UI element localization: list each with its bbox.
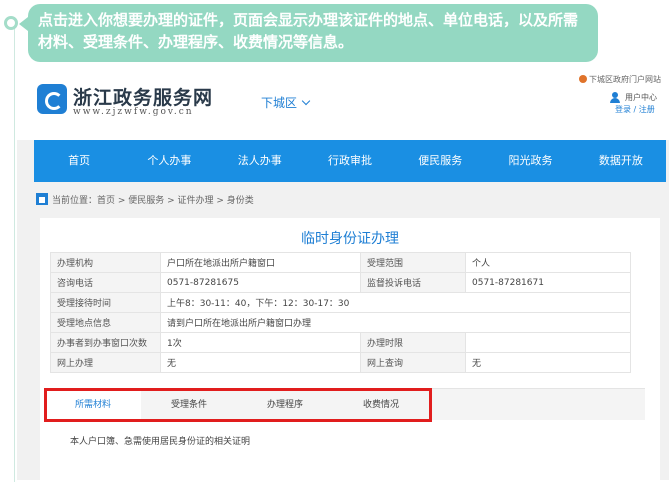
site-header: 浙江政务服务网 www.zjzwfw.gov.cn 下城区 下城区政府门户网站 … — [17, 68, 669, 140]
table-row: 受理接待时间 上午8：30-11：40，下午：12：30-17：30 — [50, 292, 631, 313]
table-label: 受理范围 — [360, 252, 466, 273]
portal-link-label: 下城区政府门户网站 — [589, 75, 661, 84]
register-link[interactable]: 注册 — [639, 105, 655, 114]
table-row: 受理地点信息 请到户口所在地派出所户籍窗口办理 — [50, 312, 631, 333]
login-link[interactable]: 登录 — [615, 105, 631, 114]
nav-item-convenience[interactable]: 便民服务 — [395, 140, 485, 182]
region-selector[interactable]: 下城区 — [261, 94, 311, 111]
nav-item-open-data[interactable]: 数据开放 — [576, 140, 666, 182]
nav-item-home[interactable]: 首页 — [34, 140, 124, 182]
user-icon — [610, 92, 620, 104]
link-separator: / — [633, 105, 637, 114]
highlight-box — [44, 388, 432, 422]
table-label: 监督投诉电话 — [360, 272, 466, 293]
service-detail-panel: 临时身份证办理 办理机构 户口所在地派出所户籍窗口 受理范围 个人 咨询电话 0… — [40, 218, 660, 480]
page-title: 临时身份证办理 — [301, 231, 399, 247]
table-row: 网上办理 无 网上查询 无 — [50, 352, 631, 373]
table-label: 咨询电话 — [50, 272, 161, 293]
site-url: www.zjzwfw.gov.cn — [73, 107, 194, 117]
table-label: 办事者到办事窗口次数 — [50, 332, 161, 353]
table-label: 受理接待时间 — [50, 292, 161, 313]
table-row: 办理机构 户口所在地派出所户籍窗口 受理范围 个人 — [50, 252, 631, 273]
nav-item-approval[interactable]: 行政审批 — [305, 140, 395, 182]
table-label: 受理地点信息 — [50, 312, 161, 333]
service-info-table: 办理机构 户口所在地派出所户籍窗口 受理范围 个人 咨询电话 0571-8728… — [50, 252, 631, 373]
table-value: 上午8：30-11：40，下午：12：30-17：30 — [160, 292, 631, 313]
region-label: 下城区 — [261, 96, 298, 110]
table-value: 1次 — [160, 332, 361, 353]
breadcrumb-text[interactable]: 当前位置：首页 > 便民服务 > 证件办理 > 身份类 — [52, 196, 254, 206]
portal-link[interactable]: 下城区政府门户网站 — [579, 74, 661, 85]
timeline-line — [14, 22, 15, 482]
site-logo-icon[interactable] — [37, 84, 67, 114]
breadcrumb: 当前位置：首页 > 便民服务 > 证件办理 > 身份类 — [36, 192, 254, 210]
table-row: 办事者到办事窗口次数 1次 办理时限 — [50, 332, 631, 353]
table-value: 请到户口所在地派出所户籍窗口办理 — [160, 312, 631, 333]
chevron-down-icon — [301, 96, 311, 106]
table-value: 无 — [160, 352, 361, 373]
auth-links: 登录 / 注册 — [615, 104, 655, 115]
instruction-callout: 点击进入你想要办理的证件，页面会显示办理该证件的地点、单位电话，以及所需材料、受… — [19, 4, 598, 62]
table-value: 0571-87281671 — [465, 272, 631, 293]
nav-item-personal[interactable]: 个人办事 — [124, 140, 214, 182]
timeline-dot — [4, 16, 18, 30]
user-center-link[interactable]: 用户中心 — [625, 92, 657, 103]
table-value: 户口所在地派出所户籍窗口 — [160, 252, 361, 273]
website-screenshot: 浙江政务服务网 www.zjzwfw.gov.cn 下城区 下城区政府门户网站 … — [17, 68, 669, 480]
table-row: 咨询电话 0571-87281675 监督投诉电话 0571-87281671 — [50, 272, 631, 293]
table-value: 个人 — [465, 252, 631, 273]
main-nav: 首页 个人办事 法人办事 行政审批 便民服务 阳光政务 数据开放 — [34, 140, 666, 182]
emblem-icon — [579, 75, 587, 83]
table-value: 0571-87281675 — [160, 272, 361, 293]
table-value — [465, 332, 631, 353]
table-label: 办理机构 — [50, 252, 161, 273]
home-icon[interactable] — [36, 193, 48, 205]
tutorial-slide: 点击进入你想要办理的证件，页面会显示办理该证件的地点、单位电话，以及所需材料、受… — [0, 0, 669, 499]
nav-item-open-government[interactable]: 阳光政务 — [485, 140, 575, 182]
site-title[interactable]: 浙江政务服务网 — [73, 83, 213, 110]
table-label: 办理时限 — [360, 332, 466, 353]
table-value: 无 — [465, 352, 631, 373]
table-label: 网上办理 — [50, 352, 161, 373]
required-materials-text: 本人户口簿、急需使用居民身份证的相关证明 — [70, 437, 251, 447]
table-label: 网上查询 — [360, 352, 466, 373]
nav-item-legal-person[interactable]: 法人办事 — [215, 140, 305, 182]
